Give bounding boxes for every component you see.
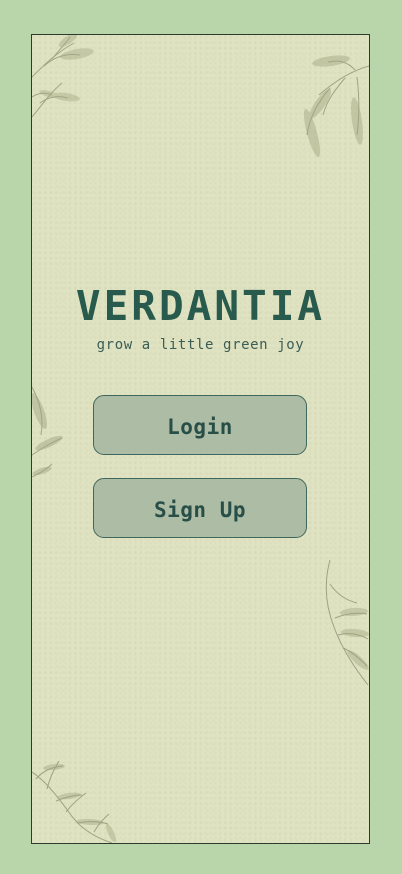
app-title: VERDANTIA	[75, 282, 326, 330]
leaf-branch-left-middle-icon	[32, 386, 63, 478]
brand-block: VERDANTIA grow a little green joy	[32, 282, 369, 354]
app-screen: VERDANTIA grow a little green joy Login …	[31, 34, 370, 844]
login-button[interactable]: Login	[93, 395, 307, 455]
leaf-branch-right-lower-icon	[325, 560, 369, 686]
app-tagline: grow a little green joy	[96, 337, 305, 353]
sign-up-button[interactable]: Sign Up	[93, 478, 307, 538]
leaf-branch-top-right-icon	[303, 55, 369, 158]
leaf-branch-top-left-icon	[32, 35, 94, 118]
leaf-branch-bottom-left-icon	[32, 761, 117, 843]
